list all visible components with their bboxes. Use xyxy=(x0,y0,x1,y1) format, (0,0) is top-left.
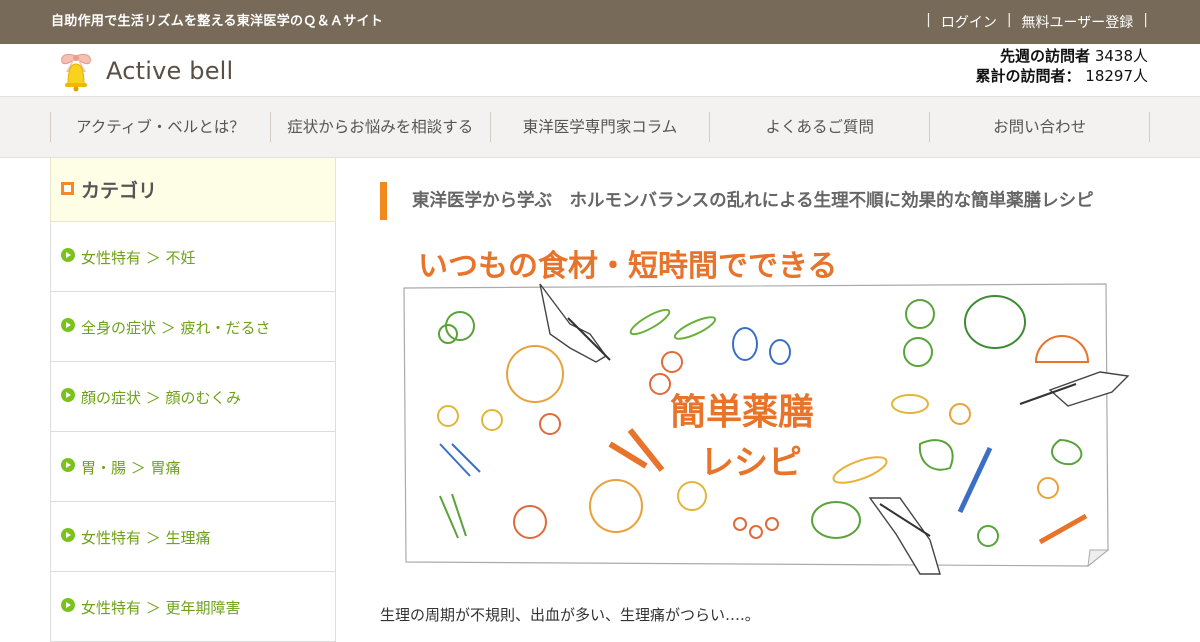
main-nav: アクティブ・ベルとは？ 症状からお悩みを相談する 東洋医学専門家コラム よくある… xyxy=(0,96,1200,158)
category-item-label: 女性特有 ＞ 不妊 xyxy=(81,249,196,267)
category-list: 女性特有 ＞ 不妊 全身の症状 ＞ 疲れ・だるさ 顔の症状 ＞ 顔のむくみ 胃・… xyxy=(50,222,336,642)
category-item-label: 全身の症状 ＞ 疲れ・だるさ xyxy=(81,319,271,337)
arrow-circle-icon xyxy=(61,458,75,472)
separator: | xyxy=(1006,12,1012,28)
article-title: 東洋医学から学ぶ ホルモンバランスの乱れによる生理不順に効果的な簡単薬膳レシピ xyxy=(380,182,1140,220)
category-title: カテゴリ xyxy=(81,180,158,202)
category-header: カテゴリ xyxy=(50,158,336,222)
category-item-label: 顔の症状 ＞ 顔のむくみ xyxy=(81,389,242,407)
visitors-week-value: 3438人 xyxy=(1094,47,1148,65)
hero-illustration: いつもの食材・短時間でできる 簡単薬膳 レシピ xyxy=(403,249,1130,575)
site-logo[interactable]: Active bell xyxy=(56,50,233,92)
bell-logo-icon xyxy=(61,53,91,92)
category-item[interactable]: 全身の症状 ＞ 疲れ・だるさ xyxy=(51,292,335,362)
arrow-circle-icon xyxy=(61,528,75,542)
sidebar: カテゴリ 女性特有 ＞ 不妊 全身の症状 ＞ 疲れ・だるさ 顔の症状 ＞ 顔のむ… xyxy=(50,158,336,642)
site-tagline: 自助作用で生活リズムを整える東洋医学のＱ＆Ａサイト xyxy=(51,14,384,29)
article-lead: 生理の周期が不規則、出血が多い、生理痛がつらい….。 xyxy=(380,606,760,624)
main-content: 東洋医学から学ぶ ホルモンバランスの乱れによる生理不順に効果的な簡単薬膳レシピ … xyxy=(380,158,1150,630)
square-bullet-icon xyxy=(61,182,74,195)
account-links: | ログイン | 無料ユーザー登録 | xyxy=(926,12,1148,32)
register-link[interactable]: 無料ユーザー登録 xyxy=(1022,12,1134,32)
arrow-circle-icon xyxy=(61,388,75,402)
visitors-total-value: 18297人 xyxy=(1085,67,1148,85)
arrow-circle-icon xyxy=(61,318,75,332)
category-item-label: 女性特有 ＞ 生理痛 xyxy=(81,529,211,547)
nav-item-consult[interactable]: 症状からお悩みを相談する xyxy=(271,112,491,142)
visitors-total-label: 累計の訪問者： xyxy=(975,67,1081,85)
category-item[interactable]: 女性特有 ＞ 更年期障害 xyxy=(51,572,335,642)
login-link[interactable]: ログイン xyxy=(941,12,997,32)
category-item-label: 女性特有 ＞ 更年期障害 xyxy=(81,599,241,617)
hero-center-subtitle: レシピ xyxy=(700,443,802,483)
nav-item-faq[interactable]: よくあるご質問 xyxy=(710,112,931,142)
category-item[interactable]: 女性特有 ＞ 不妊 xyxy=(51,222,335,292)
separator: | xyxy=(926,12,931,28)
nav-item-about[interactable]: アクティブ・ベルとは？ xyxy=(51,112,271,142)
nav-item-column[interactable]: 東洋医学専門家コラム xyxy=(491,112,711,142)
site-header: Active bell 先週の訪問者 3438人 累計の訪問者： 18297人 xyxy=(0,44,1200,96)
logo-text: Active bell xyxy=(106,57,234,85)
top-bar: 自助作用で生活リズムを整える東洋医学のＱ＆Ａサイト | ログイン | 無料ユーザ… xyxy=(0,0,1200,44)
nav-item-contact[interactable]: お問い合わせ xyxy=(930,112,1150,142)
category-item-label: 胃・腸 ＞ 胃痛 xyxy=(81,459,181,477)
category-item[interactable]: 顔の症状 ＞ 顔のむくみ xyxy=(51,362,335,432)
hero-center-title: 簡単薬膳 xyxy=(670,392,814,433)
visitor-counter: 先週の訪問者 3438人 累計の訪問者： 18297人 xyxy=(975,46,1148,86)
separator: | xyxy=(1143,12,1148,28)
arrow-circle-icon xyxy=(61,598,75,612)
category-item[interactable]: 胃・腸 ＞ 胃痛 xyxy=(51,432,335,502)
hero-headline: いつもの食材・短時間でできる xyxy=(418,249,837,284)
arrow-circle-icon xyxy=(61,248,75,262)
visitors-week-label: 先週の訪問者 xyxy=(1000,47,1091,65)
category-item[interactable]: 女性特有 ＞ 生理痛 xyxy=(51,502,335,572)
